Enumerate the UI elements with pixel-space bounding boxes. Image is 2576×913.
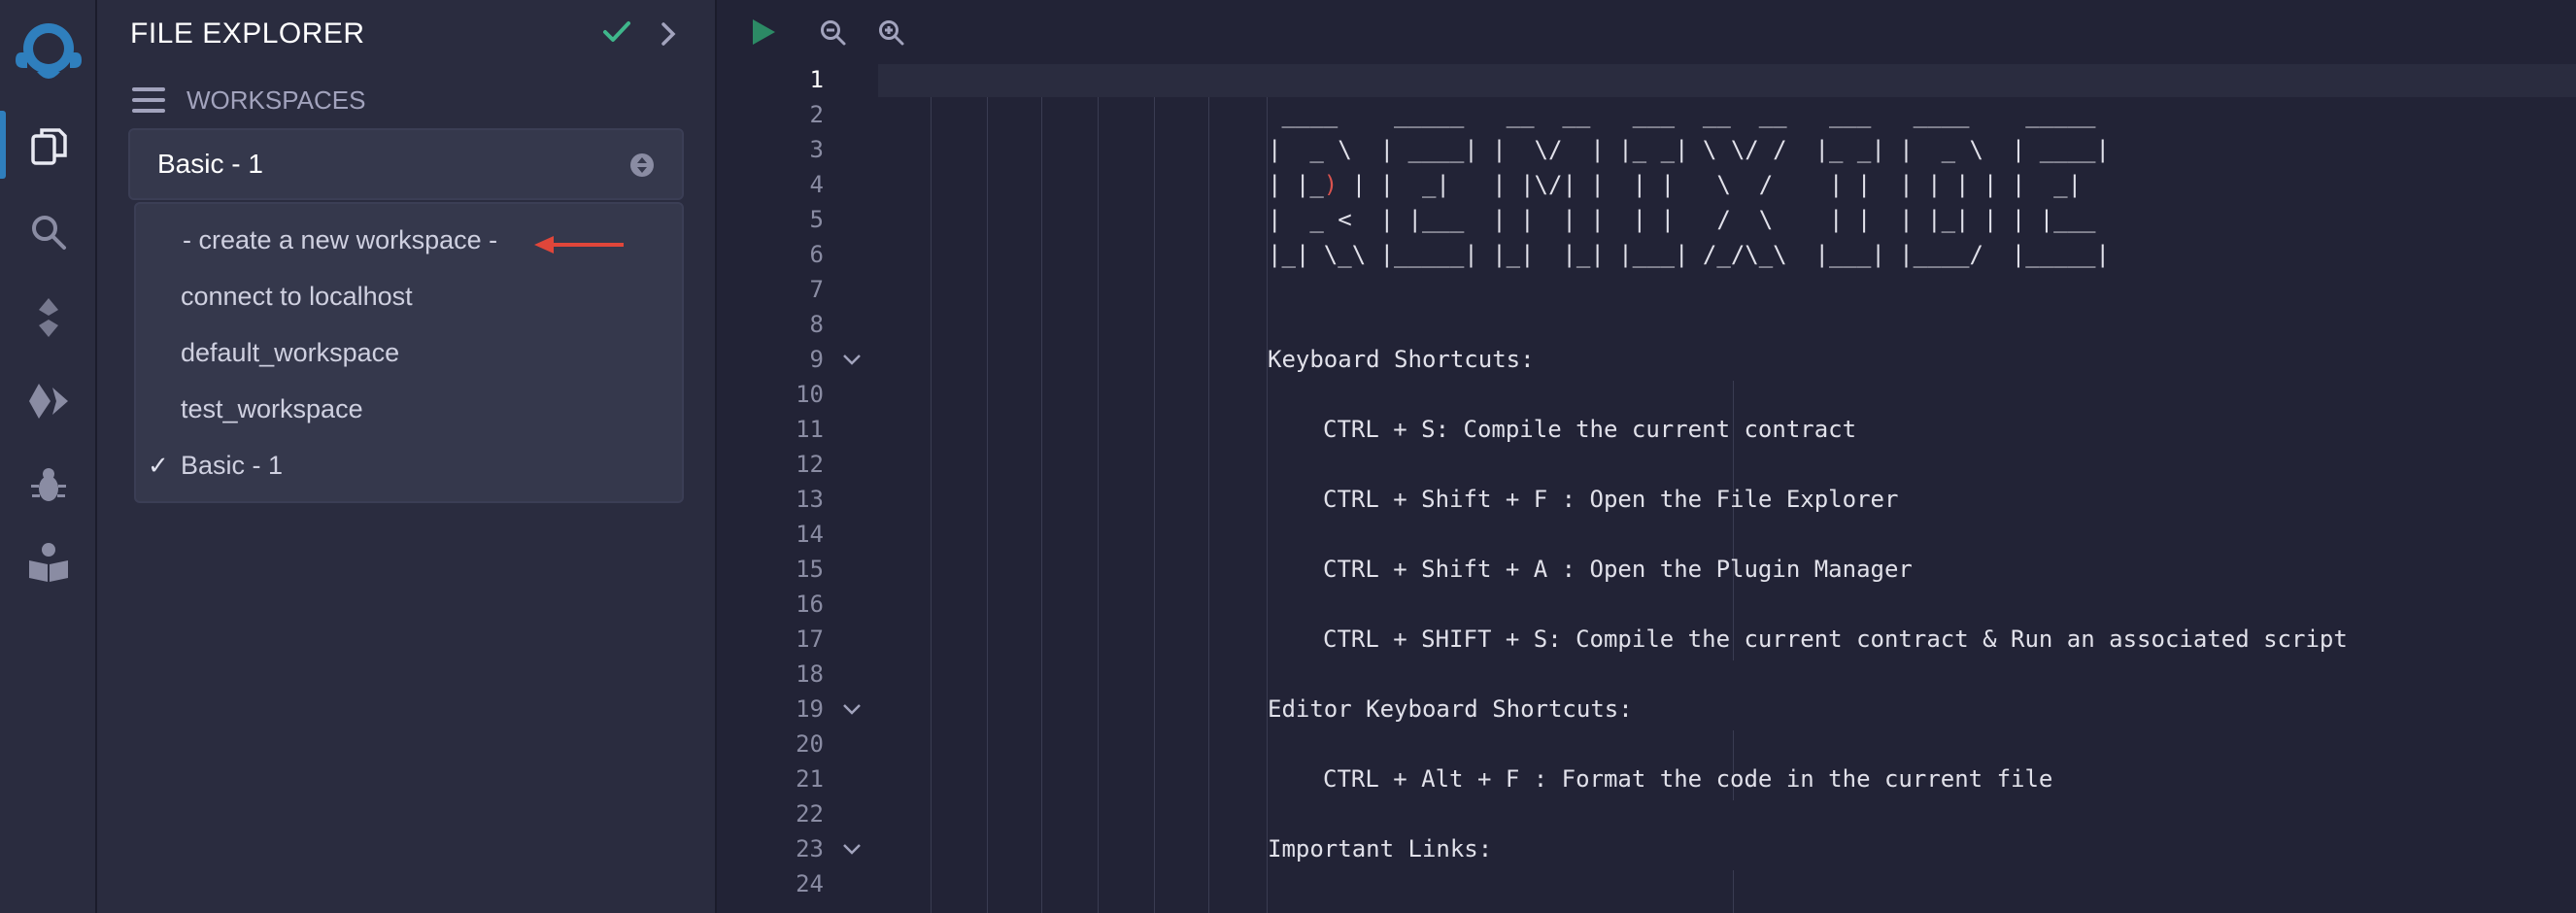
indent-guide xyxy=(931,97,932,913)
keyboard-shortcuts-heading: Keyboard Shortcuts: xyxy=(1268,346,1535,373)
ascii-art-segment: | |_ xyxy=(1268,171,1324,198)
line-number: 18 xyxy=(796,660,824,688)
line-number: 1 xyxy=(809,66,824,93)
indent-guide xyxy=(1733,870,1734,913)
line-number: 19 xyxy=(796,695,824,723)
line-number: 16 xyxy=(796,591,824,618)
file-explorer-icon[interactable] xyxy=(24,121,73,170)
ascii-art-segment: | | _| | |\/| | | | \ / | | | | | | | _| xyxy=(1338,171,2083,198)
ascii-art-line: ____ _____ __ __ ___ __ __ ___ ____ ____… xyxy=(1268,101,2096,128)
line-number: 3 xyxy=(809,136,824,163)
shortcut-line: CTRL + S: Compile the current contract xyxy=(1323,416,1857,443)
workspace-dropdown-menu: - create a new workspace - connect to lo… xyxy=(134,202,684,503)
fold-chevron-icon[interactable] xyxy=(841,841,863,860)
ascii-art-line: | _ \ | ____| | \/ | |_ _| \ \/ / |_ _| … xyxy=(1268,136,2110,163)
shortcut-line: CTRL + Shift + A : Open the Plugin Manag… xyxy=(1323,556,1913,583)
line-number: 22 xyxy=(796,800,824,828)
dropdown-item-test-workspace[interactable]: test_workspace xyxy=(181,394,363,424)
shortcut-line: CTRL + Shift + F : Open the File Explore… xyxy=(1323,486,1899,513)
icon-rail xyxy=(0,0,97,913)
dropdown-item-default-workspace[interactable]: default_workspace xyxy=(181,338,399,368)
line-number: 23 xyxy=(796,835,824,862)
ascii-art-line: | |_) | | _| | |\/| | | | \ / | | | | | … xyxy=(1268,171,2082,198)
line-number: 11 xyxy=(796,416,824,443)
indent-guide xyxy=(1041,97,1042,913)
important-links-heading: Important Links: xyxy=(1268,835,1493,862)
editor-toolbar xyxy=(717,0,2576,64)
file-explorer-panel: FILE EXPLORER WORKSPACES Basic - 1 - cre… xyxy=(97,0,717,913)
indent-guide xyxy=(1098,97,1099,913)
line-number: 2 xyxy=(809,101,824,128)
ascii-art-line: |_| \_\ |_____| |_| |_| |___| /_/\_\ |__… xyxy=(1268,241,2110,268)
ascii-art-line: | _ < | |___ | | | | | | / \ | | | |_| |… xyxy=(1268,206,2096,233)
ascii-art-bracket: ) xyxy=(1323,171,1339,198)
chevron-right-icon[interactable] xyxy=(661,21,676,51)
active-indicator xyxy=(0,111,6,179)
fold-chevron-icon[interactable] xyxy=(841,701,863,720)
current-line-highlight xyxy=(878,64,2576,97)
line-number: 7 xyxy=(809,276,824,303)
remix-logo-icon[interactable] xyxy=(8,17,89,87)
line-number: 12 xyxy=(796,451,824,478)
dropdown-item-basic-1[interactable]: Basic - 1 xyxy=(181,451,283,481)
line-number: 4 xyxy=(809,171,824,198)
hamburger-menu-icon[interactable] xyxy=(132,85,165,118)
line-number: 10 xyxy=(796,381,824,408)
line-number: 6 xyxy=(809,241,824,268)
line-number: 17 xyxy=(796,626,824,653)
line-number: 8 xyxy=(809,311,824,338)
solidity-compiler-icon[interactable] xyxy=(24,293,73,342)
workspace-select-value: Basic - 1 xyxy=(157,149,263,179)
search-icon[interactable] xyxy=(24,208,73,256)
dropdown-item-create-workspace[interactable]: - create a new workspace - xyxy=(183,225,497,255)
select-arrows-icon xyxy=(629,152,655,183)
selected-check-icon: ✓ xyxy=(148,452,169,481)
dropdown-item-connect-localhost[interactable]: connect to localhost xyxy=(181,282,413,312)
indent-guide xyxy=(1208,97,1209,913)
red-arrow-annotation xyxy=(534,233,626,260)
learneth-icon[interactable] xyxy=(24,538,73,587)
workspace-select[interactable]: Basic - 1 xyxy=(128,128,684,200)
zoom-out-icon[interactable] xyxy=(820,19,847,51)
workspaces-label: WORKSPACES xyxy=(186,85,366,115)
line-number: 20 xyxy=(796,730,824,758)
line-number: 15 xyxy=(796,556,824,583)
indent-guide xyxy=(1154,97,1155,913)
line-number: 5 xyxy=(809,206,824,233)
editor-shortcuts-heading: Editor Keyboard Shortcuts: xyxy=(1268,695,1633,723)
shortcut-line: CTRL + SHIFT + S: Compile the current co… xyxy=(1323,626,2348,653)
zoom-in-icon[interactable] xyxy=(878,19,905,51)
debugger-icon[interactable] xyxy=(24,460,73,509)
shortcut-line: CTRL + Alt + F : Format the code in the … xyxy=(1323,765,2053,793)
line-number: 14 xyxy=(796,521,824,548)
deploy-run-icon[interactable] xyxy=(24,377,73,425)
line-number: 9 xyxy=(809,346,824,373)
code-editor: 1 2 3 4 5 6 7 8 9 10 11 12 13 14 15 16 1… xyxy=(717,0,2576,913)
fold-chevron-icon[interactable] xyxy=(841,352,863,370)
run-script-icon[interactable] xyxy=(750,17,777,51)
line-number: 21 xyxy=(796,765,824,793)
line-number: 24 xyxy=(796,870,824,897)
line-number: 13 xyxy=(796,486,824,513)
check-icon xyxy=(602,19,631,49)
panel-title: FILE EXPLORER xyxy=(130,17,365,50)
indent-guide xyxy=(987,97,988,913)
